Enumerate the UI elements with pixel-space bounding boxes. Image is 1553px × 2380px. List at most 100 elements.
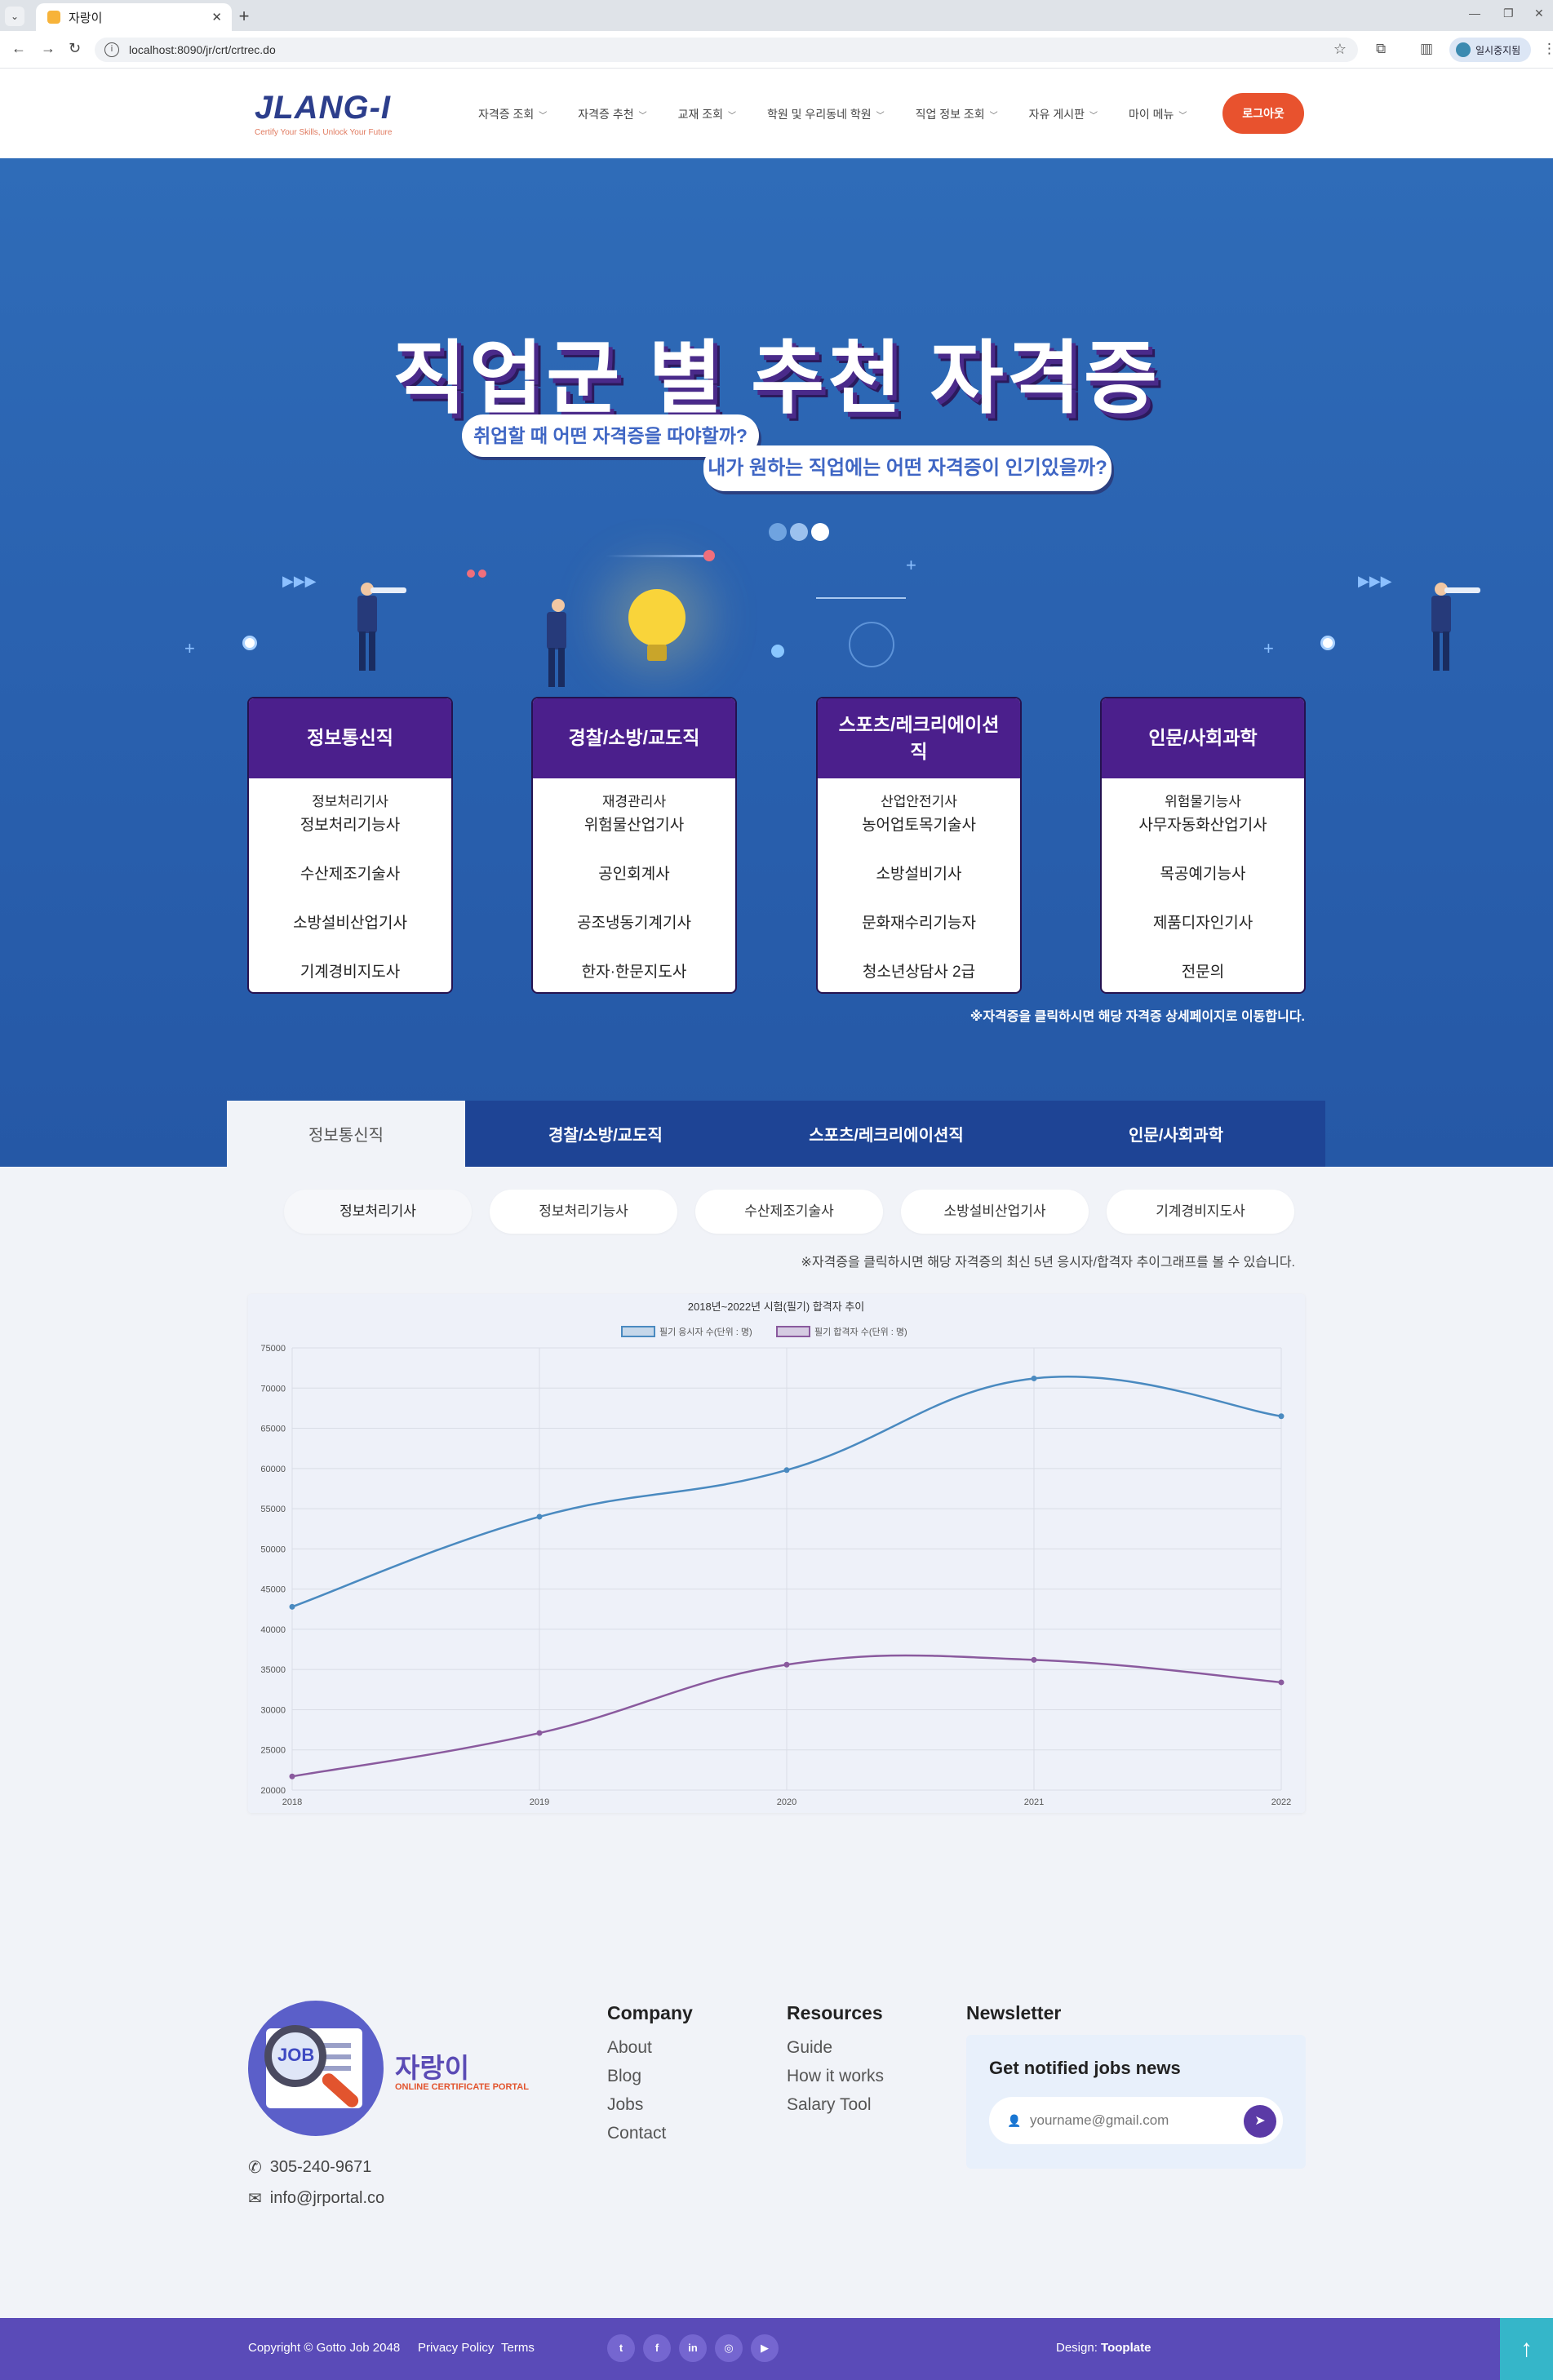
businessman-telescope-figure: [1427, 583, 1480, 672]
cert-link[interactable]: 위험물산업기사: [533, 813, 735, 835]
y-tick-label: 25000: [260, 1746, 286, 1756]
tab-close-icon[interactable]: ✕: [211, 10, 222, 24]
chevron-down-icon: ﹀: [989, 112, 998, 121]
cert-link[interactable]: 산업안전기사: [818, 795, 1020, 808]
tab-humanities[interactable]: 인문/사회과학: [1027, 1101, 1325, 1167]
newsletter-placeholder: yourname@gmail.com: [1030, 2112, 1169, 2128]
cert-link[interactable]: 재경관리사: [533, 795, 735, 808]
tab-it[interactable]: 정보통신직: [227, 1101, 465, 1167]
menu-item-my-menu[interactable]: 마이 메뉴 ﹀: [1129, 106, 1187, 122]
footer-company-heading: Company: [607, 2002, 693, 2023]
decor-arrows: ▶▶▶: [282, 573, 317, 589]
cert-pill[interactable]: 정보처리기사: [284, 1190, 472, 1234]
twitter-icon[interactable]: t: [607, 2334, 635, 2362]
footer-link-jobs[interactable]: Jobs: [607, 2095, 643, 2115]
decor-line: [606, 555, 703, 557]
cert-link[interactable]: 공조냉동기계기사: [533, 911, 735, 933]
forward-icon[interactable]: →: [41, 40, 55, 57]
browser-tab-bar: ⌄ 자랑이 ✕ + — ❐ ✕: [0, 0, 1553, 31]
y-tick-label: 45000: [260, 1585, 286, 1595]
cert-link[interactable]: 공인회계사: [533, 862, 735, 884]
site-info-icon[interactable]: i: [104, 42, 119, 57]
cert-link[interactable]: 정보처리기능사: [249, 813, 451, 835]
instagram-icon[interactable]: ◎: [715, 2334, 743, 2362]
cert-pill[interactable]: 수산제조기술사: [695, 1190, 883, 1234]
cert-link[interactable]: 수산제조기술사: [249, 862, 451, 884]
footer-link-salary-tool[interactable]: Salary Tool: [787, 2095, 872, 2115]
menu-item-job-info[interactable]: 직업 정보 조회 ﹀: [916, 106, 998, 122]
cert-link[interactable]: 목공예기능사: [1102, 862, 1304, 884]
logo-badge-text: JOB: [277, 2045, 315, 2065]
side-panel-icon[interactable]: ▥: [1420, 41, 1433, 57]
tab-sports[interactable]: 스포츠/레크리에이션직: [746, 1101, 1027, 1167]
site-logo[interactable]: JLANG-I Certify Your Skills, Unlock Your…: [255, 90, 392, 137]
slider-dot[interactable]: [790, 523, 808, 541]
tab-police[interactable]: 경찰/소방/교도직: [465, 1101, 746, 1167]
cert-link[interactable]: 위험물기능사: [1102, 795, 1304, 808]
privacy-policy-link[interactable]: Privacy Policy: [418, 2341, 494, 2355]
cert-link[interactable]: 농어업토목기술사: [818, 813, 1020, 835]
back-to-top-button[interactable]: ↑: [1500, 2318, 1553, 2380]
cert-link[interactable]: 소방설비산업기사: [249, 911, 451, 933]
slider-dot-active[interactable]: [811, 523, 829, 541]
menu-item-cert-recommend[interactable]: 자격증 추천 ﹀: [578, 106, 646, 122]
url-input[interactable]: i localhost:8090/jr/crt/crtrec.do ☆: [95, 38, 1358, 62]
cert-link[interactable]: 소방설비기사: [818, 862, 1020, 884]
minimize-icon[interactable]: —: [1469, 7, 1480, 20]
profile-button[interactable]: 일시중지됨: [1449, 38, 1531, 62]
back-icon[interactable]: ←: [11, 40, 26, 57]
menu-item-cert-search[interactable]: 자격증 조회 ﹀: [478, 106, 547, 122]
send-button[interactable]: ➤: [1244, 2105, 1276, 2138]
cert-link[interactable]: 정보처리기사: [249, 795, 451, 808]
footer-link-blog[interactable]: Blog: [607, 2067, 641, 2086]
design-credit-link[interactable]: Tooplate: [1101, 2341, 1151, 2355]
menu-item-board[interactable]: 자유 게시판 ﹀: [1029, 106, 1098, 122]
menu-item-books[interactable]: 교재 조회 ﹀: [678, 106, 736, 122]
browser-tab[interactable]: 자랑이 ✕: [36, 3, 232, 31]
newsletter-email-input[interactable]: 👤 yourname@gmail.com ➤: [989, 2097, 1283, 2144]
decor-arrows: ▶▶▶: [1358, 573, 1392, 589]
new-tab-icon[interactable]: +: [232, 5, 256, 28]
cert-link[interactable]: 기계경비지도사: [249, 960, 451, 982]
cert-link[interactable]: 전문의: [1102, 960, 1304, 982]
extensions-icon[interactable]: ⧉: [1376, 41, 1386, 57]
legend-label: 필기 응시자 수(단위 : 명): [659, 1327, 752, 1337]
footer-phone[interactable]: ✆ 305-240-9671: [248, 2157, 371, 2178]
facebook-icon[interactable]: f: [643, 2334, 671, 2362]
linkedin-icon[interactable]: in: [679, 2334, 707, 2362]
cert-link[interactable]: 제품디자인기사: [1102, 911, 1304, 933]
logout-button[interactable]: 로그아웃: [1222, 93, 1304, 134]
footer-email[interactable]: ✉ info@jrportal.co: [248, 2188, 384, 2209]
tab-search-icon[interactable]: ⌄: [5, 7, 24, 26]
footer-link-how-it-works[interactable]: How it works: [787, 2067, 884, 2086]
data-point: [289, 1603, 295, 1610]
cert-link[interactable]: 사무자동화산업기사: [1102, 813, 1304, 835]
reload-icon[interactable]: ↻: [69, 40, 81, 57]
data-point: [783, 1661, 790, 1668]
footer-bottom-bar: Copyright © Gotto Job 2048 Privacy Polic…: [0, 2318, 1553, 2380]
x-tick-label: 2021: [1024, 1797, 1044, 1807]
browser-menu-icon[interactable]: ⋮: [1542, 41, 1553, 57]
cert-link[interactable]: 문화재수리기능자: [818, 911, 1020, 933]
bookmark-star-icon[interactable]: ☆: [1333, 41, 1347, 58]
footer-link-about[interactable]: About: [607, 2038, 652, 2058]
window-close-icon[interactable]: ✕: [1534, 7, 1544, 20]
y-tick-label: 35000: [260, 1665, 286, 1675]
restore-icon[interactable]: ❐: [1503, 7, 1514, 20]
legend-swatch: [776, 1326, 810, 1337]
terms-link[interactable]: Terms: [501, 2341, 535, 2355]
menu-item-academy[interactable]: 학원 및 우리동네 학원 ﹀: [767, 106, 885, 122]
cert-pill[interactable]: 소방설비산업기사: [901, 1190, 1089, 1234]
slider-dot[interactable]: [769, 523, 787, 541]
url-text: localhost:8090/jr/crt/crtrec.do: [129, 43, 276, 56]
cert-pill[interactable]: 기계경비지도사: [1107, 1190, 1294, 1234]
phone-icon: ✆: [248, 2159, 262, 2177]
cert-pill[interactable]: 정보처리기능사: [490, 1190, 677, 1234]
cert-link[interactable]: 한자·한문지도사: [533, 960, 735, 982]
footer-link-guide[interactable]: Guide: [787, 2038, 832, 2058]
footer-logo-circle: JOB: [248, 2001, 384, 2136]
cert-link[interactable]: 청소년상담사 2급: [818, 960, 1020, 982]
footer-link-contact[interactable]: Contact: [607, 2124, 666, 2143]
chevron-down-icon: ﹀: [728, 112, 737, 121]
youtube-icon[interactable]: ▶: [751, 2334, 779, 2362]
